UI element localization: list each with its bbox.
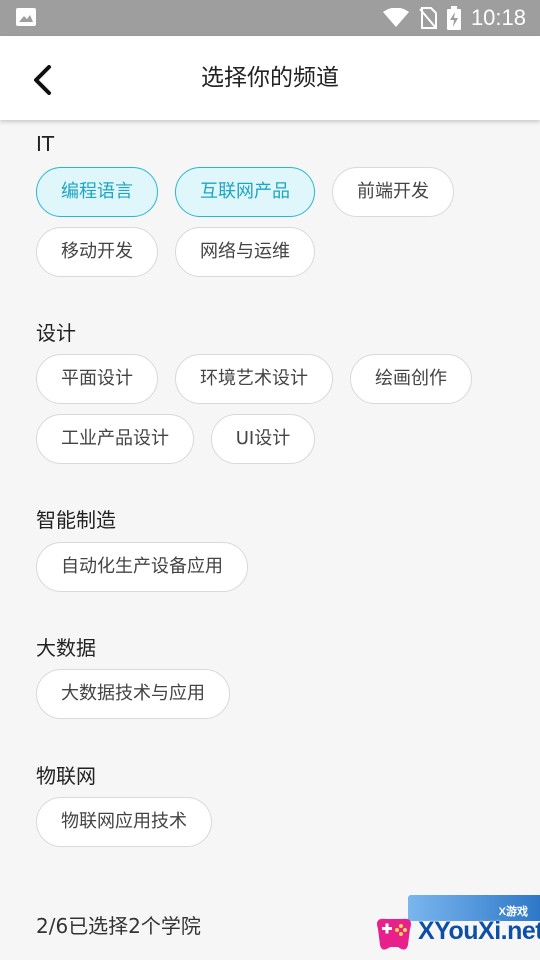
chip-painting-creation[interactable]: 绘画创作 bbox=[350, 354, 472, 404]
battery-charging-icon bbox=[446, 6, 461, 30]
no-sim-icon bbox=[419, 7, 437, 29]
channel-list: IT 编程语言 互联网产品 前端开发 移动开发 网络与运维 设计 平面设计 环境… bbox=[0, 120, 540, 960]
status-time: 10:18 bbox=[470, 5, 526, 30]
chip-ui-design[interactable]: UI设计 bbox=[211, 414, 315, 464]
selection-status: 2/6已选择2个学院 bbox=[36, 914, 201, 938]
watermark: X游戏 XYouXi.net bbox=[368, 895, 540, 960]
chip-automated-production-equipment[interactable]: 自动化生产设备应用 bbox=[36, 542, 248, 592]
chip-iot-application-technology[interactable]: 物联网应用技术 bbox=[36, 797, 212, 847]
page-title: 选择你的频道 bbox=[201, 65, 339, 91]
image-notification-icon bbox=[16, 8, 36, 26]
chip-programming-languages[interactable]: 编程语言 bbox=[36, 167, 158, 217]
gamepad-logo-icon bbox=[377, 918, 411, 950]
section-title-design: 设计 bbox=[36, 321, 76, 345]
wifi-icon bbox=[382, 8, 409, 27]
chip-big-data-technology[interactable]: 大数据技术与应用 bbox=[36, 669, 230, 719]
status-bar: 10:18 bbox=[0, 0, 540, 36]
chip-internet-products[interactable]: 互联网产品 bbox=[175, 167, 315, 217]
section-title-iot: 物联网 bbox=[36, 764, 96, 788]
section-title-smart-manufacturing: 智能制造 bbox=[36, 508, 116, 532]
chip-network-operations[interactable]: 网络与运维 bbox=[175, 227, 315, 277]
chip-industrial-product-design[interactable]: 工业产品设计 bbox=[36, 414, 194, 464]
chip-graphic-design[interactable]: 平面设计 bbox=[36, 354, 158, 404]
chip-environmental-art-design[interactable]: 环境艺术设计 bbox=[175, 354, 333, 404]
app-bar: 选择你的频道 bbox=[0, 36, 540, 120]
chip-mobile-development[interactable]: 移动开发 bbox=[36, 227, 158, 277]
watermark-text: XYouXi.net bbox=[418, 917, 540, 945]
section-title-big-data: 大数据 bbox=[36, 636, 96, 660]
section-title-it: IT bbox=[36, 132, 55, 156]
chip-frontend-development[interactable]: 前端开发 bbox=[332, 167, 454, 217]
